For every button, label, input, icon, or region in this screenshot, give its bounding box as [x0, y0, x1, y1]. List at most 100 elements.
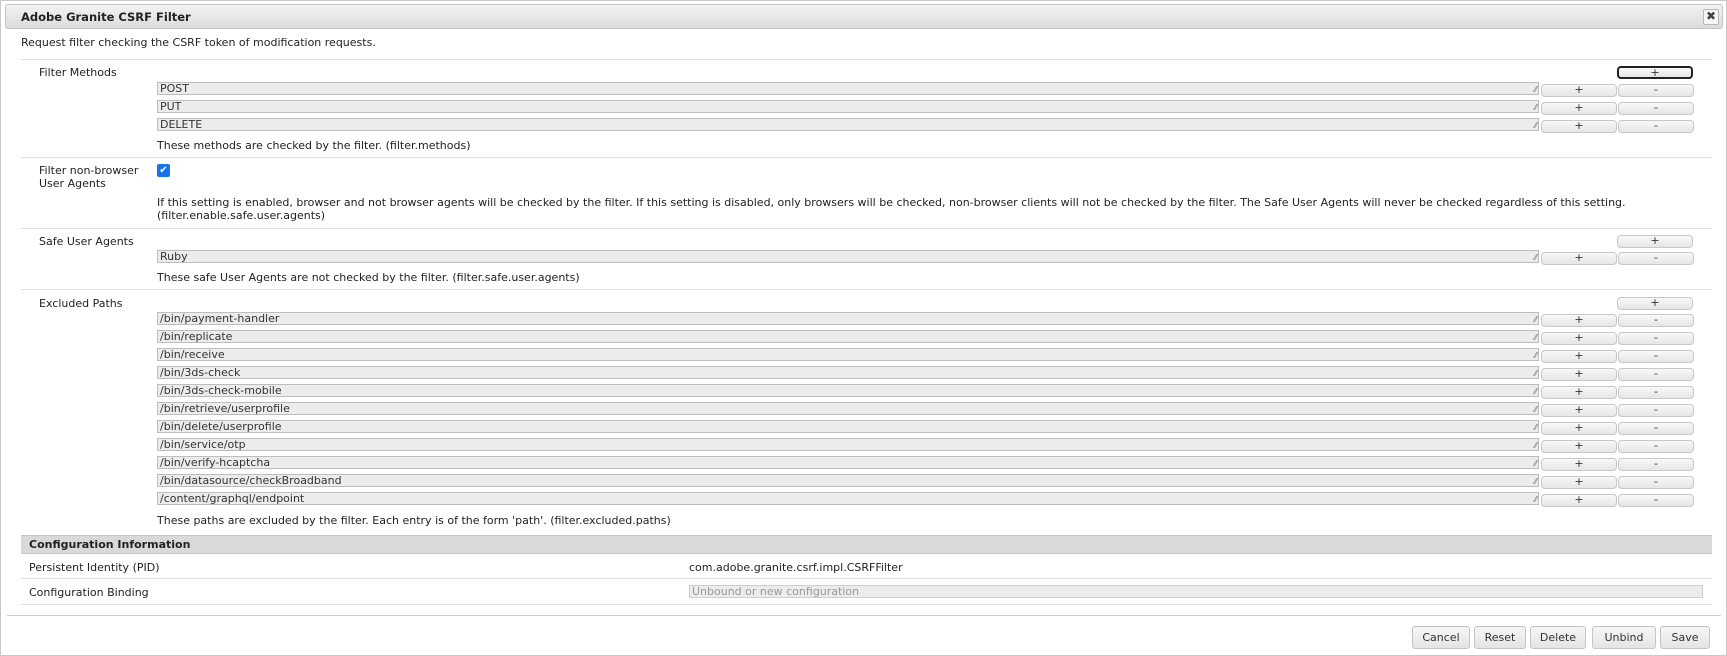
- value-input[interactable]: /content/graphql/endpoint ⁄⁄: [157, 492, 1539, 505]
- remove-row-button[interactable]: -: [1618, 440, 1694, 453]
- remove-row-button[interactable]: -: [1618, 102, 1694, 115]
- value-text: /bin/retrieve/userprofile: [160, 402, 290, 415]
- value-input[interactable]: /bin/datasource/checkBroadband ⁄⁄: [157, 474, 1539, 487]
- value-input[interactable]: /bin/3ds-check-mobile ⁄⁄: [157, 384, 1539, 397]
- value-text: /bin/replicate: [160, 330, 233, 343]
- value-input[interactable]: PUT ⁄⁄: [157, 100, 1539, 113]
- value-text: /bin/receive: [160, 348, 225, 361]
- value-text: /content/graphql/endpoint: [160, 492, 305, 505]
- value-input[interactable]: /bin/delete/userprofile ⁄⁄: [157, 420, 1539, 433]
- non-browser-checkbox[interactable]: ✔: [157, 164, 170, 177]
- divider: [21, 157, 1712, 158]
- non-browser-label: Filter non-browser User Agents: [39, 164, 138, 190]
- remove-row-button[interactable]: -: [1618, 252, 1694, 265]
- resize-handle-icon[interactable]: ⁄⁄: [1534, 122, 1537, 130]
- add-row-button[interactable]: +: [1541, 386, 1617, 399]
- resize-handle-icon[interactable]: ⁄⁄: [1534, 460, 1537, 468]
- excluded-paths-add-button[interactable]: +: [1617, 297, 1693, 310]
- remove-row-button[interactable]: -: [1618, 120, 1694, 133]
- non-browser-help: If this setting is enabled, browser and …: [157, 196, 1626, 222]
- add-row-button[interactable]: +: [1541, 350, 1617, 363]
- filter-methods-add-button[interactable]: +: [1617, 66, 1693, 79]
- remove-row-button[interactable]: -: [1618, 314, 1694, 327]
- resize-handle-icon[interactable]: ⁄⁄: [1534, 352, 1537, 360]
- binding-label: Configuration Binding: [29, 586, 149, 599]
- add-row-button[interactable]: +: [1541, 120, 1617, 133]
- add-row-button[interactable]: +: [1541, 102, 1617, 115]
- remove-row-button[interactable]: -: [1618, 350, 1694, 363]
- non-browser-label-line1: Filter non-browser: [39, 164, 139, 177]
- value-input[interactable]: /bin/3ds-check ⁄⁄: [157, 366, 1539, 379]
- resize-handle-icon[interactable]: ⁄⁄: [1534, 388, 1537, 396]
- remove-row-button[interactable]: -: [1618, 84, 1694, 97]
- cancel-button[interactable]: Cancel: [1412, 626, 1470, 649]
- non-browser-help-line2: (filter.enable.safe.user.agents): [157, 209, 326, 222]
- resize-handle-icon[interactable]: ⁄⁄: [1534, 496, 1537, 504]
- add-row-button[interactable]: +: [1541, 314, 1617, 327]
- add-row-button[interactable]: +: [1541, 332, 1617, 345]
- divider: [21, 228, 1712, 229]
- value-text: DELETE: [160, 118, 203, 131]
- add-row-button[interactable]: +: [1541, 494, 1617, 507]
- value-input[interactable]: Ruby ⁄⁄: [157, 250, 1539, 263]
- value-text: /bin/delete/userprofile: [160, 420, 282, 433]
- add-row-button[interactable]: +: [1541, 252, 1617, 265]
- reset-button[interactable]: Reset: [1474, 626, 1526, 649]
- non-browser-help-line1: If this setting is enabled, browser and …: [157, 196, 1626, 209]
- resize-handle-icon[interactable]: ⁄⁄: [1534, 370, 1537, 378]
- non-browser-label-line2: User Agents: [39, 177, 106, 190]
- excluded-paths-help: These paths are excluded by the filter. …: [157, 514, 671, 527]
- value-text: POST: [160, 82, 189, 95]
- resize-handle-icon[interactable]: ⁄⁄: [1534, 104, 1537, 112]
- remove-row-button[interactable]: -: [1618, 494, 1694, 507]
- value-input[interactable]: /bin/replicate ⁄⁄: [157, 330, 1539, 343]
- resize-handle-icon[interactable]: ⁄⁄: [1534, 86, 1537, 94]
- safe-agents-help: These safe User Agents are not checked b…: [157, 271, 580, 284]
- resize-handle-icon[interactable]: ⁄⁄: [1534, 406, 1537, 414]
- remove-row-button[interactable]: -: [1618, 404, 1694, 417]
- binding-select[interactable]: Unbound or new configuration: [689, 585, 1703, 598]
- value-input[interactable]: /bin/payment-handler ⁄⁄: [157, 312, 1539, 325]
- value-input[interactable]: DELETE ⁄⁄: [157, 118, 1539, 131]
- pid-label: Persistent Identity (PID): [29, 561, 160, 574]
- safe-agents-add-button[interactable]: +: [1617, 235, 1693, 248]
- unbind-button[interactable]: Unbind: [1592, 626, 1656, 649]
- add-row-button[interactable]: +: [1541, 84, 1617, 97]
- add-row-button[interactable]: +: [1541, 440, 1617, 453]
- save-button[interactable]: Save: [1660, 626, 1710, 649]
- value-text: /bin/verify-hcaptcha: [160, 456, 271, 469]
- value-input[interactable]: POST ⁄⁄: [157, 82, 1539, 95]
- remove-row-button[interactable]: -: [1618, 386, 1694, 399]
- remove-row-button[interactable]: -: [1618, 332, 1694, 345]
- remove-row-button[interactable]: -: [1618, 458, 1694, 471]
- divider: [21, 578, 1712, 579]
- pid-value: com.adobe.granite.csrf.impl.CSRFFilter: [689, 561, 903, 574]
- add-row-button[interactable]: +: [1541, 476, 1617, 489]
- resize-handle-icon[interactable]: ⁄⁄: [1534, 316, 1537, 324]
- remove-row-button[interactable]: -: [1618, 422, 1694, 435]
- footer-divider: [7, 615, 1721, 616]
- divider: [21, 604, 1712, 605]
- value-text: /bin/3ds-check: [160, 366, 241, 379]
- filter-methods-help: These methods are checked by the filter.…: [157, 139, 471, 152]
- delete-button[interactable]: Delete: [1530, 626, 1586, 649]
- add-row-button[interactable]: +: [1541, 404, 1617, 417]
- dialog-titlebar: Adobe Granite CSRF Filter ✖: [5, 4, 1723, 29]
- resize-handle-icon[interactable]: ⁄⁄: [1534, 424, 1537, 432]
- divider: [21, 59, 1712, 60]
- add-row-button[interactable]: +: [1541, 458, 1617, 471]
- value-input[interactable]: /bin/receive ⁄⁄: [157, 348, 1539, 361]
- resize-handle-icon[interactable]: ⁄⁄: [1534, 478, 1537, 486]
- resize-handle-icon[interactable]: ⁄⁄: [1534, 334, 1537, 342]
- resize-handle-icon[interactable]: ⁄⁄: [1534, 254, 1537, 262]
- value-input[interactable]: /bin/service/otp ⁄⁄: [157, 438, 1539, 451]
- resize-handle-icon[interactable]: ⁄⁄: [1534, 442, 1537, 450]
- add-row-button[interactable]: +: [1541, 368, 1617, 381]
- remove-row-button[interactable]: -: [1618, 368, 1694, 381]
- value-input[interactable]: /bin/retrieve/userprofile ⁄⁄: [157, 402, 1539, 415]
- add-row-button[interactable]: +: [1541, 422, 1617, 435]
- remove-row-button[interactable]: -: [1618, 476, 1694, 489]
- value-text: /bin/service/otp: [160, 438, 246, 451]
- close-icon[interactable]: ✖: [1703, 9, 1719, 25]
- value-input[interactable]: /bin/verify-hcaptcha ⁄⁄: [157, 456, 1539, 469]
